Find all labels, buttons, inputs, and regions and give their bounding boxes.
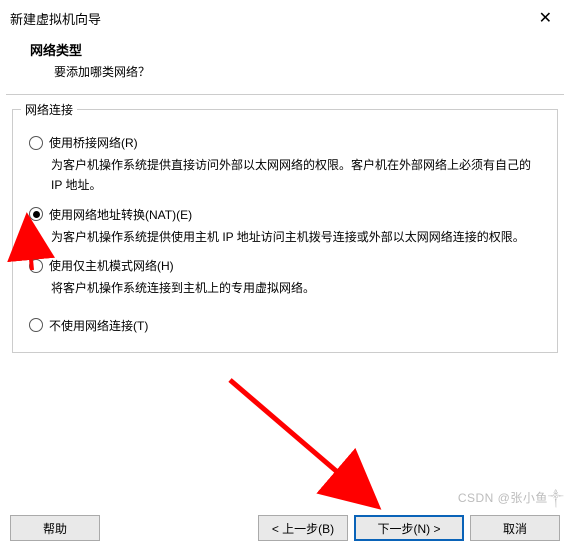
page-title: 网络类型 (30, 40, 540, 59)
option-nat-desc: 为客户机操作系统提供使用主机 IP 地址访问主机拨号连接或外部以太网网络连接的权… (51, 227, 543, 247)
page-subtitle: 要添加哪类网络？ (30, 59, 540, 80)
option-nat-label: 使用网络地址转换(NAT)(E) (49, 206, 192, 223)
option-bridged-desc: 为客户机操作系统提供直接访问外部以太网网络的权限。客户机在外部网络上必须有自己的… (51, 155, 543, 196)
radio-icon[interactable] (29, 136, 43, 150)
wizard-header: 网络类型 要添加哪类网络？ (0, 34, 570, 94)
option-hostonly-desc: 将客户机操作系统连接到主机上的专用虚拟网络。 (51, 278, 543, 298)
network-connection-group: 网络连接 使用桥接网络(R) 为客户机操作系统提供直接访问外部以太网网络的权限。… (12, 109, 558, 353)
cancel-button[interactable]: 取消 (470, 515, 560, 541)
next-button[interactable]: 下一步(N) > (354, 515, 464, 541)
option-bridged[interactable]: 使用桥接网络(R) 为客户机操作系统提供直接访问外部以太网网络的权限。客户机在外… (29, 134, 543, 196)
back-button[interactable]: < 上一步(B) (258, 515, 348, 541)
watermark: CSDN @张小鱼༒ (458, 485, 564, 519)
radio-icon[interactable] (29, 207, 43, 221)
option-hostonly-label: 使用仅主机模式网络(H) (49, 257, 174, 274)
close-icon[interactable]: ✕ (531, 6, 560, 30)
option-bridged-label: 使用桥接网络(R) (49, 134, 138, 151)
option-none[interactable]: 不使用网络连接(T) (29, 317, 543, 334)
option-nat[interactable]: 使用网络地址转换(NAT)(E) 为客户机操作系统提供使用主机 IP 地址访问主… (29, 206, 543, 247)
group-legend: 网络连接 (21, 101, 77, 118)
option-none-label: 不使用网络连接(T) (49, 317, 148, 334)
help-button[interactable]: 帮助 (10, 515, 100, 541)
radio-icon[interactable] (29, 259, 43, 273)
radio-icon[interactable] (29, 318, 43, 332)
divider (6, 94, 564, 95)
footer-buttons: 帮助 < 上一步(B) 下一步(N) > 取消 (0, 515, 570, 541)
titlebar: 新建虚拟机向导 ✕ (0, 0, 570, 34)
window-title: 新建虚拟机向导 (10, 9, 101, 28)
option-hostonly[interactable]: 使用仅主机模式网络(H) 将客户机操作系统连接到主机上的专用虚拟网络。 (29, 257, 543, 298)
